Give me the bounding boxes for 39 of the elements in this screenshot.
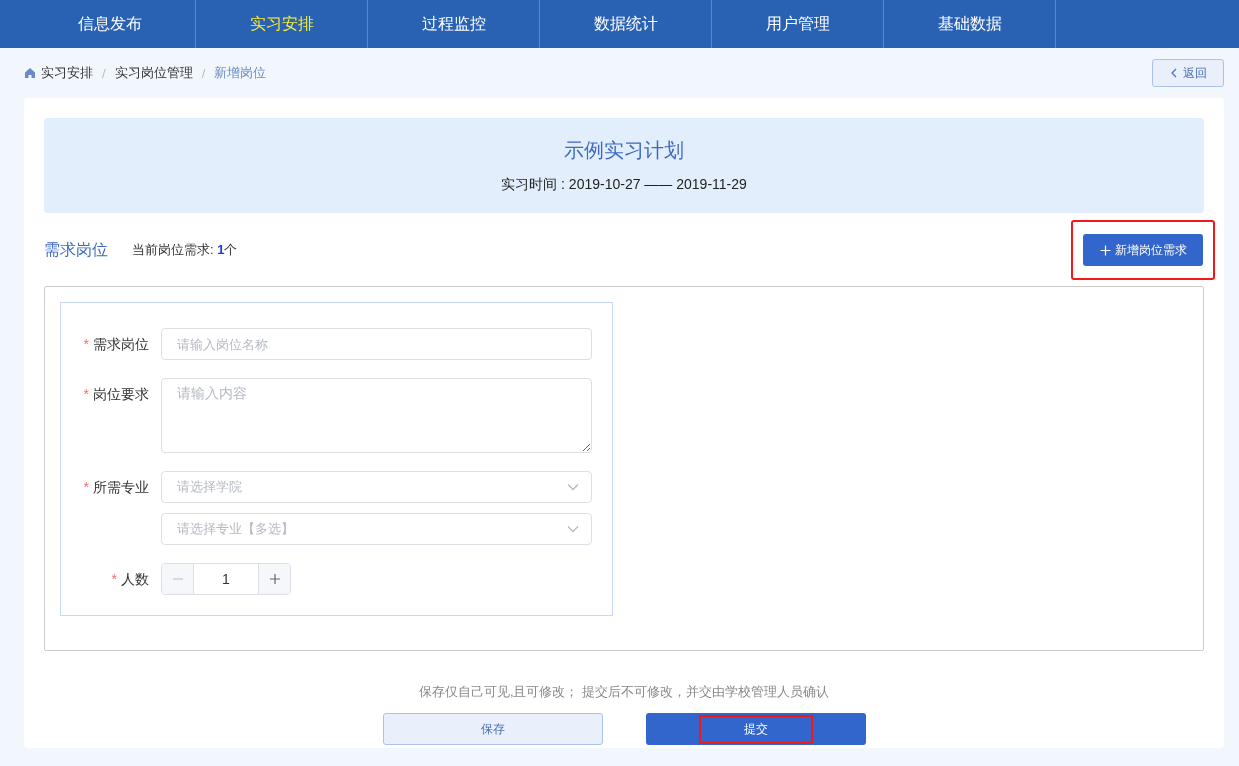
decrease-button[interactable] xyxy=(162,564,194,594)
number-stepper[interactable]: 1 xyxy=(161,563,291,595)
required-asterisk: * xyxy=(111,571,117,587)
required-asterisk: * xyxy=(83,386,89,402)
plus-icon xyxy=(268,573,281,585)
nav-tab[interactable]: 用户管理 xyxy=(712,0,884,48)
chevron-down-icon xyxy=(567,483,579,491)
position-count: 当前岗位需求: 1个 xyxy=(132,241,238,259)
save-button[interactable]: 保存 xyxy=(382,713,603,745)
submit-button[interactable]: 提交 xyxy=(645,713,866,745)
field-label: 所需专业 xyxy=(93,479,149,495)
nav-tab[interactable]: 基础数据 xyxy=(884,0,1056,48)
plan-title: 示例实习计划 xyxy=(564,138,684,163)
home-icon xyxy=(24,67,36,79)
section-title: 需求岗位 xyxy=(44,239,108,260)
nav-tab[interactable]: 数据统计 xyxy=(540,0,712,48)
field-label: 岗位要求 xyxy=(93,386,149,402)
position-name-field[interactable]: 请输入岗位名称 xyxy=(161,328,592,360)
field-label: 需求岗位 xyxy=(93,336,149,352)
required-asterisk: * xyxy=(83,479,89,495)
increase-button[interactable] xyxy=(258,564,290,594)
back-button[interactable]: 返回 xyxy=(1152,59,1224,87)
chevron-down-icon xyxy=(567,525,579,533)
chevron-left-icon xyxy=(1169,68,1178,78)
nav-tab[interactable]: 过程监控 xyxy=(368,0,540,48)
plus-icon xyxy=(1099,244,1111,256)
requirements-textarea[interactable]: 请输入内容 xyxy=(161,378,592,453)
nav-tab[interactable]: 信息发布 xyxy=(24,0,196,48)
breadcrumb-item: 新增岗位 xyxy=(214,64,267,82)
breadcrumb-item[interactable]: 实习岗位管理 xyxy=(114,64,193,82)
required-asterisk: * xyxy=(83,336,89,352)
field-label: 人数 xyxy=(121,571,149,587)
breadcrumb-item[interactable]: 实习安排 xyxy=(41,64,93,82)
breadcrumb-separator: / xyxy=(102,65,106,81)
plan-period: 实习时间 : 2019-10-27 —— 2019-11-29 xyxy=(501,176,747,194)
add-position-button[interactable]: 新增岗位需求 xyxy=(1083,234,1203,266)
breadcrumb-separator: / xyxy=(201,65,206,81)
nav-tab[interactable]: 实习安排 xyxy=(196,0,368,48)
footer-note: 保存仅自己可见,且可修改； 提交后不可修改，并交由学校管理人员确认 xyxy=(418,683,830,701)
